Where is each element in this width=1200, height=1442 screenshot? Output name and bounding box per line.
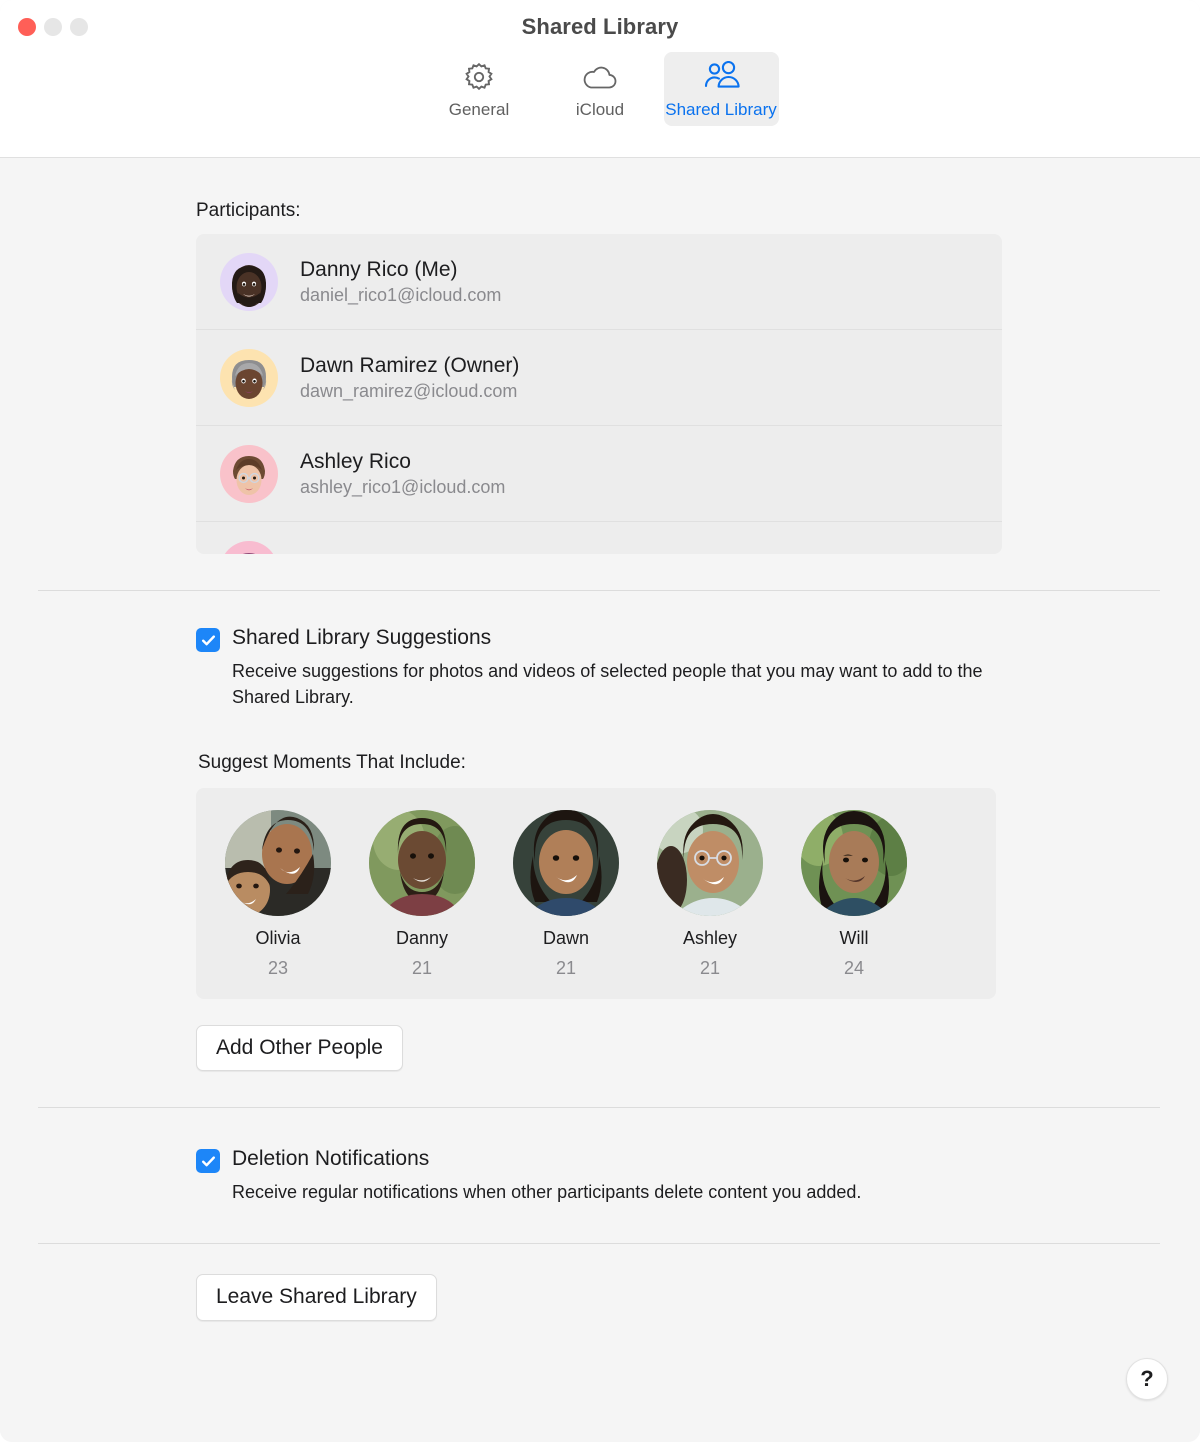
- avatar: [220, 444, 278, 503]
- gear-icon: [463, 60, 495, 94]
- participant-name: Danny Rico (Me): [300, 257, 458, 281]
- person-photo-count: 21: [555, 958, 577, 979]
- person-photo-count: 23: [267, 958, 289, 979]
- participant-row-partial[interactable]: [196, 522, 1002, 554]
- close-window-button[interactable]: [18, 18, 36, 36]
- participant-email: dawn_ramirez@icloud.com: [300, 380, 518, 401]
- help-button[interactable]: ?: [1126, 1358, 1168, 1400]
- person-tile[interactable]: Olivia 23: [220, 810, 336, 979]
- person-photo-count: 24: [843, 958, 865, 979]
- participants-label: Participants:: [196, 200, 301, 221]
- deletion-notifications-checkbox[interactable]: [196, 1149, 220, 1174]
- participant-row[interactable]: Ashley Rico ashley_rico1@icloud.com: [196, 426, 1002, 522]
- person-name: Dawn: [542, 928, 590, 949]
- avatar: [220, 541, 278, 554]
- participant-name: Dawn Ramirez (Owner): [300, 353, 520, 377]
- person-photo: [657, 810, 763, 917]
- participants-list[interactable]: Danny Rico (Me) daniel_rico1@icloud.com: [196, 234, 1002, 554]
- window-title: Shared Library: [521, 14, 679, 39]
- suggest-moments-label: Suggest Moments That Include:: [198, 752, 466, 774]
- participant-email: daniel_rico1@icloud.com: [300, 284, 502, 305]
- deletion-notifications-label: Deletion Notifications: [232, 1147, 430, 1171]
- suggested-people-grid: Olivia 23 Danny 21 Dawn 21 Ashley 21 Wil…: [196, 788, 996, 999]
- participant-row[interactable]: Dawn Ramirez (Owner) dawn_ramirez@icloud…: [196, 330, 1002, 426]
- minimize-window-button[interactable]: [44, 18, 62, 36]
- person-tile[interactable]: Will 24: [796, 810, 912, 979]
- cloud-icon: [581, 60, 619, 94]
- person-name: Danny: [395, 928, 449, 949]
- titlebar: Shared Library General iCloud Shared Lib…: [0, 0, 1200, 158]
- tab-icloud-label: iCloud: [575, 100, 625, 119]
- add-other-people-button[interactable]: Add Other People: [196, 1024, 403, 1072]
- avatar: [220, 252, 278, 311]
- person-tile[interactable]: Dawn 21: [508, 810, 624, 979]
- person-name: Will: [839, 928, 869, 949]
- person-photo: [225, 810, 331, 917]
- tab-icloud[interactable]: iCloud: [543, 52, 658, 126]
- avatar: [220, 348, 278, 407]
- deletion-notifications-row[interactable]: Deletion Notifications Receive regular n…: [196, 1146, 1160, 1205]
- shared-library-suggestions-row[interactable]: Shared Library Suggestions Receive sugge…: [196, 625, 1160, 710]
- person-photo: [513, 810, 619, 917]
- tab-general[interactable]: General: [422, 52, 537, 126]
- person-name: Olivia: [255, 928, 301, 949]
- traffic-lights: [18, 18, 88, 36]
- zoom-window-button[interactable]: [70, 18, 88, 36]
- shared-library-window: Shared Library General iCloud Shared Lib…: [0, 0, 1200, 1442]
- participant-email: ashley_rico1@icloud.com: [300, 476, 506, 497]
- person-tile[interactable]: Ashley 21: [652, 810, 768, 979]
- shared-library-suggestions-checkbox[interactable]: [196, 628, 220, 652]
- tab-general-label: General: [448, 100, 510, 119]
- participant-name: Ashley Rico: [300, 449, 411, 473]
- person-photo-count: 21: [411, 958, 433, 979]
- settings-content: Participants: Danny Rico (Me) daniel_ric…: [0, 158, 1200, 1442]
- leave-shared-library-button[interactable]: Leave Shared Library: [196, 1274, 437, 1321]
- tab-shared-library-label: Shared Library: [665, 100, 777, 119]
- shared-library-suggestions-description: Receive suggestions for photos and video…: [232, 661, 983, 708]
- tab-shared-library[interactable]: Shared Library: [663, 52, 779, 126]
- shared-library-suggestions-label: Shared Library Suggestions: [232, 626, 492, 649]
- two-people-icon: [700, 60, 742, 94]
- person-photo: [369, 810, 475, 917]
- person-name: Ashley: [682, 928, 738, 949]
- deletion-notifications-description: Receive regular notifications when other…: [232, 1182, 862, 1203]
- person-photo-count: 21: [699, 958, 721, 979]
- person-tile[interactable]: Danny 21: [364, 810, 480, 979]
- settings-toolbar: General iCloud Shared Library: [0, 52, 1200, 126]
- participant-row[interactable]: Danny Rico (Me) daniel_rico1@icloud.com: [196, 234, 1002, 330]
- person-photo: [801, 810, 907, 917]
